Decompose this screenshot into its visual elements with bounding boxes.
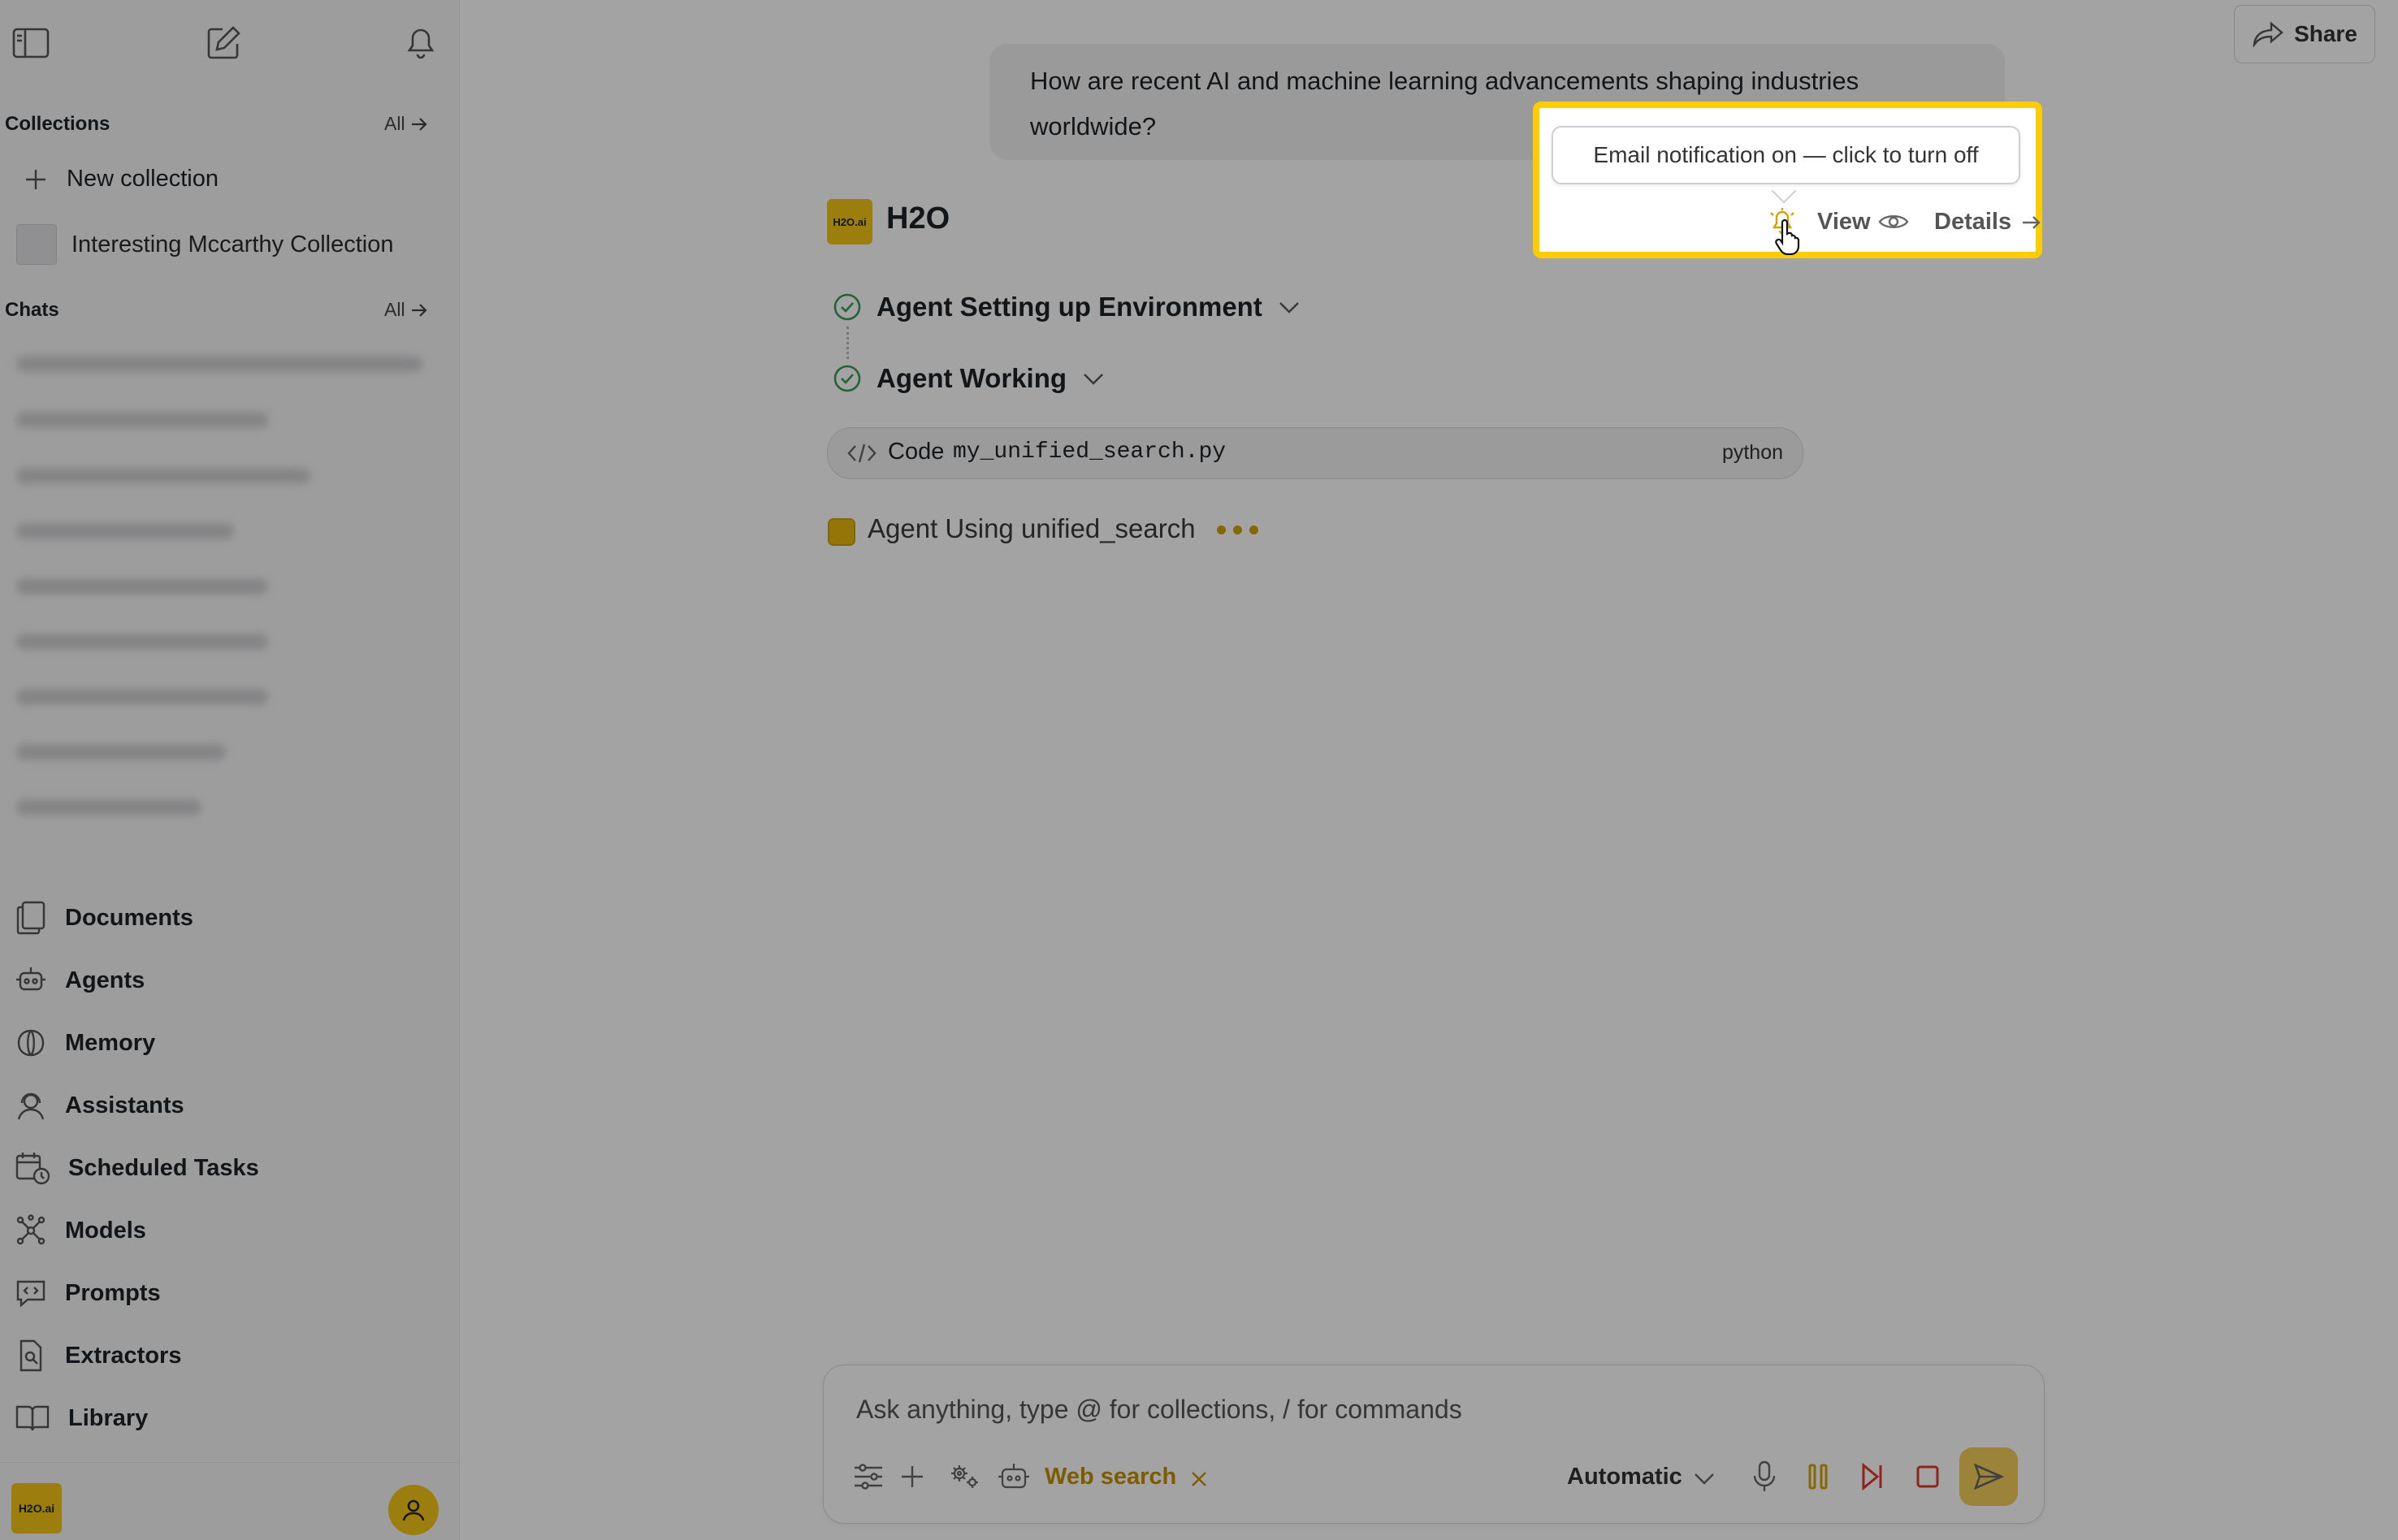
view-button-label[interactable]: View [1817,209,1871,236]
details-button-label[interactable]: Details [1934,209,2011,236]
arrow-right-icon[interactable] [2021,214,2042,231]
email-notification-tooltip: Email notification on — click to turn of… [1552,126,2020,184]
hand-pointer-cursor [1775,219,1800,255]
eye-icon[interactable] [1878,211,1909,232]
